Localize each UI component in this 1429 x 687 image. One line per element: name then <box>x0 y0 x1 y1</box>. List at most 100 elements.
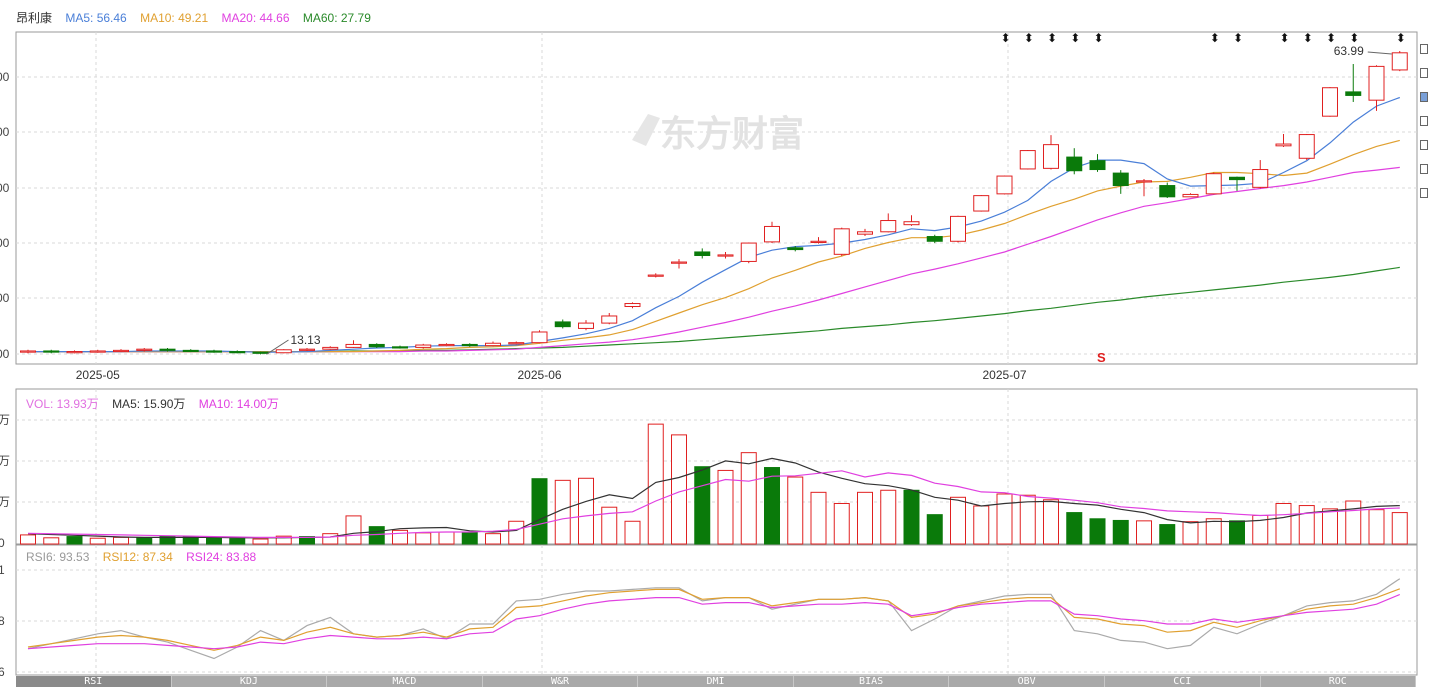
volume-bar <box>43 537 60 545</box>
event-marker: ⬍ <box>1396 31 1406 45</box>
checkbox-icon[interactable] <box>1420 140 1428 150</box>
candle-body <box>996 175 1013 195</box>
candle-body <box>89 350 106 353</box>
event-marker: ⬍ <box>1303 31 1313 45</box>
candle-body <box>857 231 873 235</box>
rsi12-line <box>27 588 1401 651</box>
x-axis-label: 2025-07 <box>983 368 1027 382</box>
svg-text:1: 1 <box>0 563 5 577</box>
tab-macd[interactable]: MACD <box>327 676 483 687</box>
volume-bar <box>392 529 408 545</box>
event-marker: ⬍ <box>1233 31 1243 45</box>
volume-bar <box>485 533 501 545</box>
volume-bar <box>1368 509 1385 545</box>
candle-body <box>1089 160 1106 171</box>
candle-body <box>787 247 804 251</box>
candle-body <box>1229 176 1245 181</box>
svg-text:00: 00 <box>0 236 10 250</box>
tab-bias[interactable]: BIAS <box>794 676 950 687</box>
volume-tick-marks: 万万万0 <box>0 413 10 550</box>
volume-bar <box>671 434 687 545</box>
event-marker: ⬍ <box>1024 31 1034 45</box>
candle-body <box>926 236 943 242</box>
tab-rsi[interactable]: RSI <box>16 676 172 687</box>
tab-dmi[interactable]: DMI <box>638 676 794 687</box>
tab-kdj[interactable]: KDJ <box>172 676 328 687</box>
volume-bar <box>20 534 36 545</box>
volume-bar <box>1089 518 1106 545</box>
checkbox-icon[interactable] <box>1420 164 1428 174</box>
signal-s-marker[interactable]: S <box>1097 350 1106 365</box>
volume-bar <box>973 505 990 545</box>
volume-bar <box>508 520 525 545</box>
checkbox-icon[interactable] <box>1420 68 1428 78</box>
volume-bar <box>694 466 711 545</box>
candle-body <box>671 261 687 264</box>
volume-bar <box>461 531 478 545</box>
legend-rsi12: RSI12: 87.34 <box>102 550 173 564</box>
stock-name: 昂利康 <box>16 11 53 25</box>
checkbox-icon[interactable] <box>1420 188 1428 198</box>
tab-obv[interactable]: OBV <box>949 676 1105 687</box>
rsi-series <box>27 578 1401 660</box>
svg-text:00: 00 <box>0 347 10 361</box>
candle-body <box>113 349 129 353</box>
volume-bar <box>996 493 1013 545</box>
menu-icon[interactable] <box>1420 44 1428 54</box>
volume-bar <box>345 515 362 545</box>
candle-body <box>182 349 199 353</box>
watermark-text: 东方财富 <box>660 113 804 155</box>
svg-text:6: 6 <box>0 665 5 679</box>
tab-cci[interactable]: CCI <box>1105 676 1261 687</box>
candle-body <box>345 343 362 348</box>
candle-body <box>1112 172 1129 187</box>
svg-text:00: 00 <box>0 291 10 305</box>
candle-body <box>229 351 246 354</box>
candle-body <box>531 331 548 344</box>
legend-ma10: MA10: 49.21 <box>140 11 209 25</box>
tab-roc[interactable]: ROC <box>1261 676 1417 687</box>
checkbox-checked-icon[interactable] <box>1420 92 1428 102</box>
volume-legend: VOL: 13.93万 MA5: 15.90万 MA10: 14.00万 <box>26 396 289 412</box>
volume-bar <box>1043 499 1059 545</box>
rsi24-line <box>27 593 1401 650</box>
candle-body <box>275 349 292 354</box>
candle-body <box>206 350 222 353</box>
volume-bar <box>647 423 664 545</box>
volume-bar <box>1322 508 1338 545</box>
legend-vol: VOL: 13.93万 <box>26 397 99 411</box>
volume-bar <box>1275 502 1292 545</box>
volume-bar <box>368 526 385 545</box>
volume-bar <box>322 533 339 545</box>
rsi-legend: RSI6: 93.53 RSI12: 87.34 RSI24: 83.88 <box>26 549 266 565</box>
watermark: 东方财富 <box>632 113 804 155</box>
candle-body <box>415 344 432 348</box>
event-marker: ⬍ <box>1326 31 1336 45</box>
candle-body <box>880 220 897 233</box>
candle-body <box>1345 91 1362 96</box>
candle-body <box>1159 185 1176 198</box>
volume-bar <box>1345 500 1362 545</box>
candle-body <box>833 228 850 255</box>
price-panel-frame <box>15 31 1418 365</box>
volume-bar <box>136 537 153 545</box>
volume-bar <box>926 514 943 545</box>
candle-body <box>1182 193 1199 198</box>
candle-body <box>136 348 153 351</box>
min-price-label: 13.13 <box>291 333 321 347</box>
svg-text:万: 万 <box>0 495 10 509</box>
legend-vol-ma5: MA5: 15.90万 <box>112 397 186 411</box>
tab-wr[interactable]: W&R <box>483 676 639 687</box>
checkbox-icon[interactable] <box>1420 116 1428 126</box>
svg-text:00: 00 <box>0 125 10 139</box>
candle-body <box>647 274 664 277</box>
volume-bar <box>206 537 222 545</box>
candle-body <box>578 322 594 329</box>
event-marker: ⬍ <box>1094 31 1104 45</box>
volume-bar <box>833 502 850 545</box>
price-series: ⬍ ⬍ ⬍ ⬍ ⬍ ⬍ ⬍ ⬍ ⬍ ⬍ ⬍ ⬍63.9913.13 <box>20 31 1408 355</box>
volume-bar <box>624 520 641 545</box>
volume-bar <box>66 536 83 545</box>
svg-text:0: 0 <box>0 536 5 550</box>
event-marker: ⬍ <box>1070 31 1080 45</box>
